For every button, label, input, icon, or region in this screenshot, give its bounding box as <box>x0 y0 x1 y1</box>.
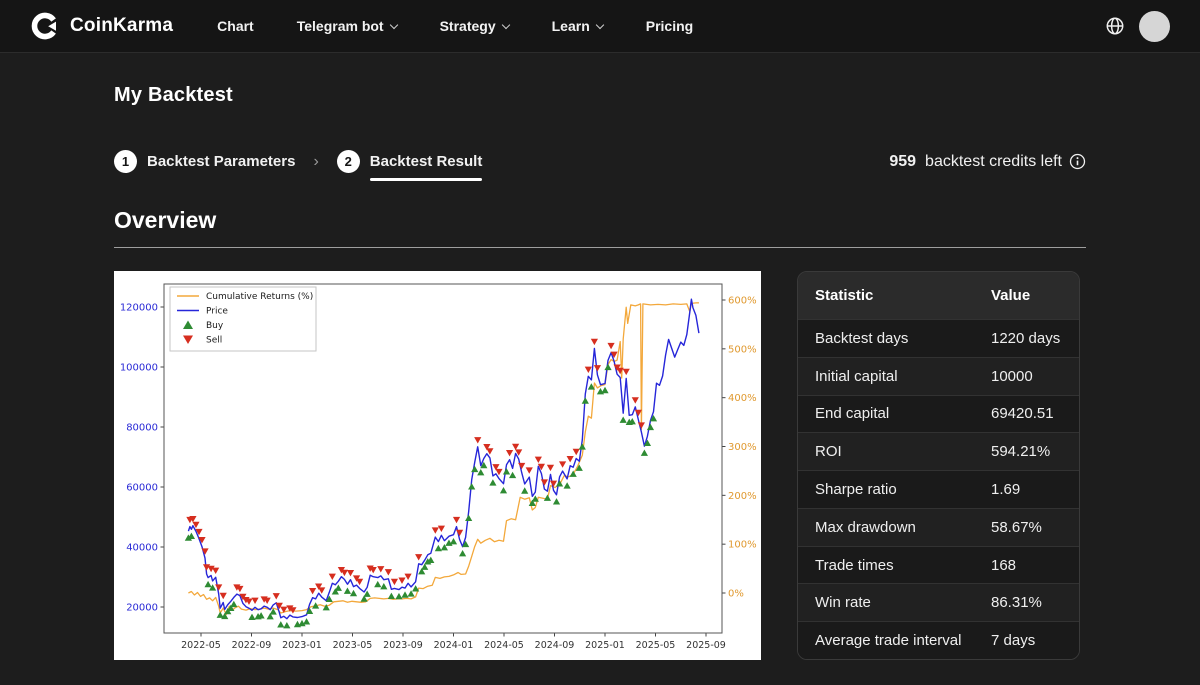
chevron-down-icon <box>596 20 604 28</box>
svg-text:Cumulative Returns (%): Cumulative Returns (%) <box>206 292 313 302</box>
step-backtest-parameters[interactable]: 1 Backtest Parameters <box>114 150 295 173</box>
svg-text:Sell: Sell <box>206 336 222 346</box>
nav-item-pricing[interactable]: Pricing <box>646 18 693 34</box>
main: My Backtest 1 Backtest Parameters › 2 Ba… <box>0 84 1200 660</box>
stat-label: Initial capital <box>798 368 991 385</box>
svg-text:2024-09: 2024-09 <box>535 640 575 651</box>
page-title: My Backtest <box>114 84 1086 107</box>
stat-value: 7 days <box>991 632 1079 649</box>
nav-item-telegram-bot[interactable]: Telegram bot <box>297 18 397 34</box>
chevron-right-icon: › <box>313 153 318 171</box>
svg-text:400%: 400% <box>728 393 757 404</box>
header-statistic: Statistic <box>798 287 991 304</box>
step-backtest-result[interactable]: 2 Backtest Result <box>337 150 483 173</box>
stat-label: Sharpe ratio <box>798 481 991 498</box>
svg-text:2024-01: 2024-01 <box>434 640 474 651</box>
svg-text:Buy: Buy <box>206 321 224 331</box>
svg-text:2023-09: 2023-09 <box>383 640 423 651</box>
stat-value: 86.31% <box>991 594 1079 611</box>
table-row: End capital69420.51 <box>798 395 1079 433</box>
stat-label: Average trade interval <box>798 632 991 649</box>
svg-text:120000: 120000 <box>120 303 158 314</box>
content-row: 20000 40000 60000 80000 100000 120000 0% 100% 20… <box>114 271 1086 660</box>
stat-value: 1.69 <box>991 481 1079 498</box>
chart-canvas: 20000 40000 60000 80000 100000 120000 0% 100% 20… <box>114 271 761 660</box>
navbar: CoinKarma Chart Telegram bot Strategy Le… <box>0 0 1200 53</box>
table-row: Backtest days1220 days <box>798 319 1079 357</box>
svg-text:2022-05: 2022-05 <box>181 640 221 651</box>
svg-text:2025-05: 2025-05 <box>636 640 676 651</box>
nav-item-learn[interactable]: Learn <box>552 18 603 34</box>
stat-value: 69420.51 <box>991 405 1079 422</box>
stepper: 1 Backtest Parameters › 2 Backtest Resul… <box>114 150 482 173</box>
brand-name: CoinKarma <box>70 15 173 37</box>
globe-icon[interactable] <box>1105 16 1125 36</box>
stat-label: Win rate <box>798 594 991 611</box>
section-title: Overview <box>114 207 1086 234</box>
step-number: 1 <box>114 150 137 173</box>
info-icon[interactable] <box>1069 153 1086 170</box>
svg-text:Price: Price <box>206 307 228 317</box>
stat-label: Backtest days <box>798 330 991 347</box>
step-label: Backtest Parameters <box>147 153 295 170</box>
svg-text:300%: 300% <box>728 442 757 453</box>
coinkarma-logo-icon <box>30 11 60 41</box>
stepper-row: 1 Backtest Parameters › 2 Backtest Resul… <box>114 150 1086 173</box>
avatar[interactable] <box>1139 11 1170 42</box>
table-row: ROI594.21% <box>798 432 1079 470</box>
backtest-chart: 20000 40000 60000 80000 100000 120000 0% 100% 20… <box>114 271 761 660</box>
svg-text:40000: 40000 <box>126 543 158 554</box>
svg-text:2023-01: 2023-01 <box>282 640 322 651</box>
svg-text:200%: 200% <box>728 491 757 502</box>
svg-text:500%: 500% <box>728 344 757 355</box>
step-label: Backtest Result <box>370 153 483 170</box>
svg-text:60000: 60000 <box>126 483 158 494</box>
stat-value: 1220 days <box>991 330 1079 347</box>
credits-count: 959 <box>889 153 916 171</box>
stats-table-header: Statistic Value <box>798 272 1079 319</box>
svg-text:0%: 0% <box>728 589 744 600</box>
stat-label: Max drawdown <box>798 519 991 536</box>
credits-left: 959 backtest credits left <box>889 153 1086 171</box>
table-row: Max drawdown58.67% <box>798 508 1079 546</box>
nav-right <box>1105 11 1170 42</box>
stat-value: 10000 <box>991 368 1079 385</box>
table-row: Average trade interval7 days <box>798 621 1079 659</box>
stat-value: 58.67% <box>991 519 1079 536</box>
svg-text:80000: 80000 <box>126 423 158 434</box>
stats-table: Statistic Value Backtest days1220 daysIn… <box>797 271 1080 660</box>
stat-label: ROI <box>798 443 991 460</box>
table-row: Sharpe ratio1.69 <box>798 470 1079 508</box>
stat-value: 168 <box>991 557 1079 574</box>
nav-item-strategy[interactable]: Strategy <box>440 18 509 34</box>
table-row: Win rate86.31% <box>798 583 1079 621</box>
svg-text:2023-05: 2023-05 <box>333 640 373 651</box>
stat-label: Trade times <box>798 557 991 574</box>
credits-label: backtest credits left <box>925 153 1062 171</box>
nav-list: Chart Telegram bot Strategy Learn Pricin… <box>217 18 693 34</box>
stats-table-body: Backtest days1220 daysInitial capital100… <box>798 319 1079 659</box>
svg-text:100000: 100000 <box>120 363 158 374</box>
chevron-down-icon <box>389 20 397 28</box>
section-divider <box>114 247 1086 248</box>
svg-text:2025-01: 2025-01 <box>585 640 625 651</box>
svg-text:2025-09: 2025-09 <box>686 640 726 651</box>
svg-text:20000: 20000 <box>126 603 158 614</box>
stat-value: 594.21% <box>991 443 1079 460</box>
brand[interactable]: CoinKarma <box>30 11 173 41</box>
table-row: Trade times168 <box>798 546 1079 584</box>
svg-text:2024-05: 2024-05 <box>484 640 524 651</box>
table-row: Initial capital10000 <box>798 357 1079 395</box>
stat-label: End capital <box>798 405 991 422</box>
header-value: Value <box>991 287 1079 304</box>
chevron-down-icon <box>501 20 509 28</box>
svg-text:600%: 600% <box>728 296 757 307</box>
svg-text:2022-09: 2022-09 <box>232 640 272 651</box>
step-number: 2 <box>337 150 360 173</box>
svg-text:100%: 100% <box>728 540 757 551</box>
nav-item-chart[interactable]: Chart <box>217 18 254 34</box>
